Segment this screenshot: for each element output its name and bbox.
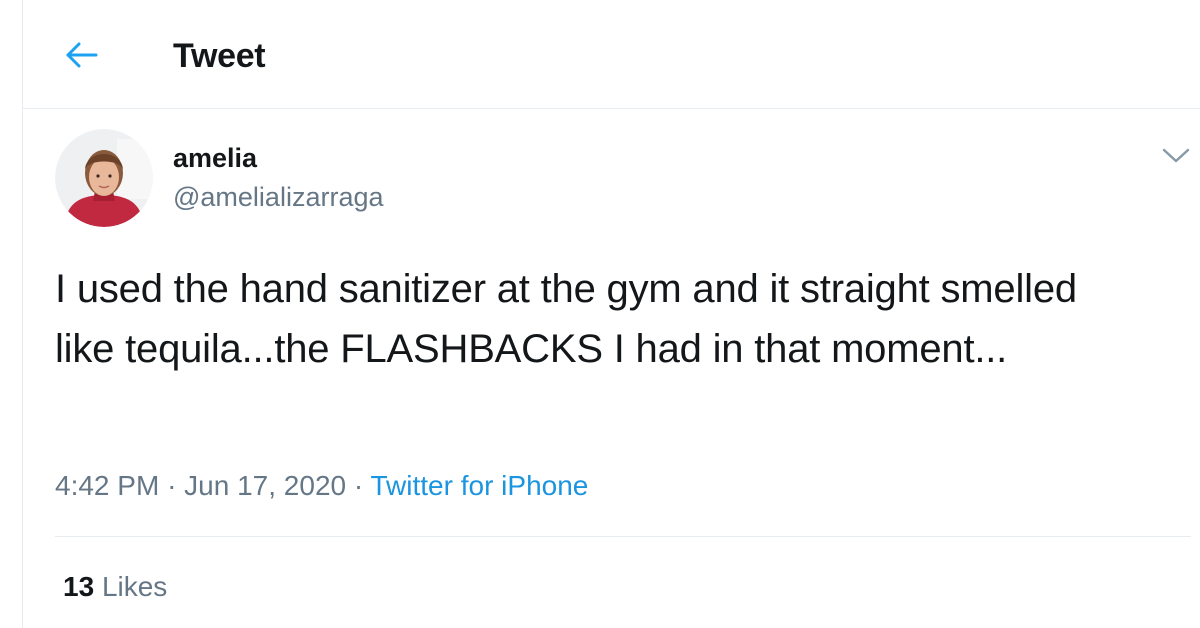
tweet-source-link[interactable]: Twitter for iPhone — [370, 470, 588, 501]
page-header: Tweet — [23, 0, 1200, 109]
divider — [55, 536, 1191, 537]
meta-separator: · — [353, 470, 364, 501]
tweet-date[interactable]: Jun 17, 2020 — [184, 470, 346, 501]
profile-photo — [55, 129, 153, 227]
back-button[interactable] — [57, 30, 107, 80]
chevron-down-icon — [1162, 148, 1190, 163]
author-handle[interactable]: @amelializarraga — [173, 181, 384, 213]
tweet-detail: amelia @amelializarraga I used the hand … — [23, 109, 1200, 628]
page-title: Tweet — [173, 37, 266, 75]
likes-count: 13 — [63, 571, 95, 602]
tweet-page: Tweet amelia @amelializarraga I used the… — [22, 0, 1200, 628]
likes-link[interactable]: 13 Likes — [63, 570, 167, 604]
likes-label: Likes — [101, 571, 168, 602]
author-display-name[interactable]: amelia — [173, 142, 257, 174]
tweet-text: I used the hand sanitizer at the gym and… — [55, 267, 1077, 371]
avatar[interactable] — [55, 129, 153, 227]
meta-separator: · — [167, 470, 177, 501]
tweet-menu-button[interactable] — [1158, 143, 1194, 169]
tweet-metadata: 4:42 PM · Jun 17, 2020 · Twitter for iPh… — [55, 469, 588, 503]
arrow-left-icon — [66, 42, 98, 68]
tweet-time[interactable]: 4:42 PM — [55, 470, 159, 501]
